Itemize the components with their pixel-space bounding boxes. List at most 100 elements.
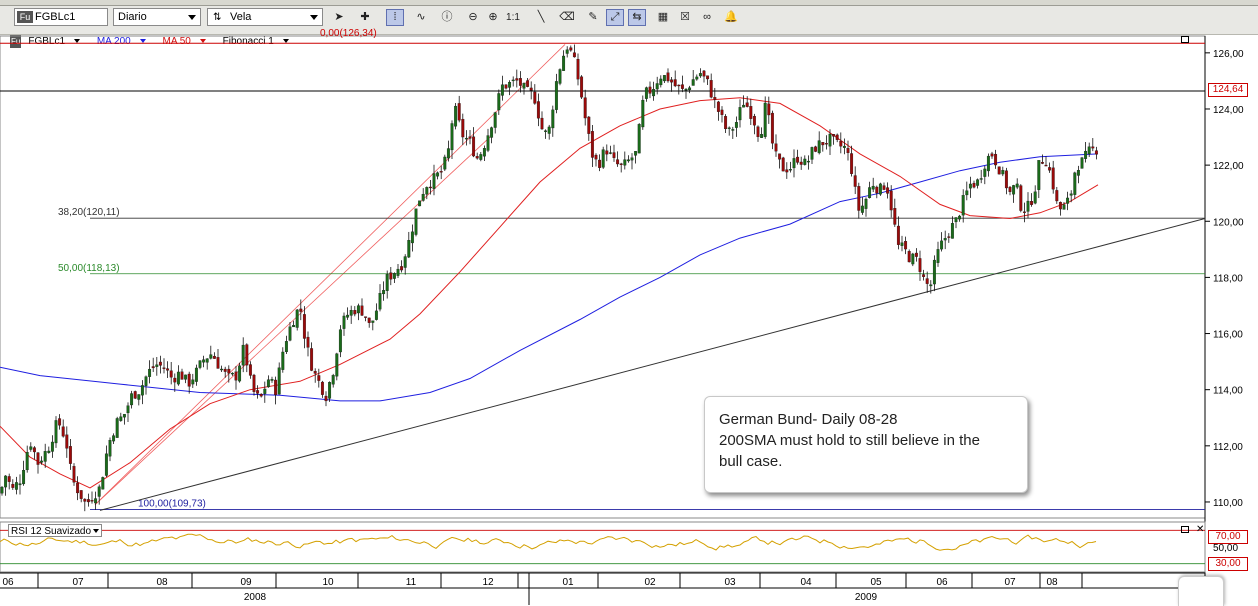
- candle-body: [572, 52, 576, 58]
- rsi-maximize-icon[interactable]: [1181, 526, 1189, 533]
- candle-body: [11, 483, 15, 488]
- month-label: 10: [322, 577, 334, 588]
- candle-body: [266, 379, 270, 388]
- candle-body: [1055, 190, 1059, 202]
- candle-body: [1058, 201, 1062, 210]
- candle-body: [108, 440, 112, 457]
- month-label: 07: [72, 577, 84, 588]
- candle-body: [349, 310, 353, 316]
- candle-body: [248, 364, 252, 376]
- candle-body: [306, 336, 310, 348]
- candle-body: [148, 368, 152, 377]
- fib-level-label: 38,20(120,11): [58, 207, 120, 218]
- candle-body: [601, 149, 605, 168]
- candle-body: [212, 355, 216, 359]
- candle-body: [1019, 185, 1023, 211]
- candle-body: [612, 152, 616, 158]
- candle-body: [270, 379, 274, 381]
- candle-body: [616, 159, 620, 165]
- candle-body: [482, 148, 486, 157]
- candle-body: [176, 371, 180, 385]
- annotation-box[interactable]: German Bund- Daily 08-28 200SMA must hol…: [704, 396, 1028, 493]
- candle-body: [850, 153, 854, 174]
- candle-body: [76, 482, 80, 494]
- rsi-label-text: RSI 12 Suavizado: [11, 526, 92, 537]
- candle-body: [659, 78, 663, 86]
- candle-body: [670, 79, 674, 83]
- candle-body: [432, 173, 436, 189]
- candle-body: [655, 83, 659, 90]
- candle-body: [1015, 183, 1019, 188]
- candle-body: [130, 393, 134, 406]
- candle-body: [562, 55, 566, 71]
- candle-body: [194, 367, 198, 382]
- candle-body: [173, 377, 177, 383]
- candle-body: [727, 127, 731, 129]
- candle-body: [281, 351, 285, 370]
- candle-body: [446, 148, 450, 159]
- candle-body: [972, 182, 976, 188]
- candle-body: [18, 483, 22, 486]
- candle-body: [166, 368, 170, 371]
- candle-body: [0, 486, 4, 494]
- month-label: 12: [482, 577, 494, 588]
- candle-body: [158, 361, 162, 366]
- candle-body: [623, 159, 627, 166]
- candle-body: [839, 140, 843, 147]
- candle-body: [529, 87, 533, 91]
- candle-body: [256, 390, 260, 394]
- candle-body: [598, 159, 602, 168]
- candle-body: [439, 171, 443, 173]
- candle-body: [1094, 150, 1098, 155]
- candle-body: [450, 123, 454, 151]
- candle-body: [994, 153, 998, 166]
- month-label: 03: [724, 577, 736, 588]
- candle-body: [342, 315, 346, 329]
- candle-body: [842, 145, 846, 148]
- rsi-close-icon[interactable]: ✕: [1196, 525, 1204, 535]
- candle-body: [356, 305, 360, 314]
- candle-body: [749, 106, 753, 119]
- candle-body: [680, 84, 684, 89]
- candle-body: [169, 370, 173, 378]
- candle-body: [900, 242, 904, 246]
- candle-body: [29, 446, 33, 450]
- candle-body: [238, 365, 242, 382]
- candle-body: [731, 129, 735, 131]
- candle-body: [7, 476, 11, 482]
- candle-body: [378, 293, 382, 310]
- maximize-icon[interactable]: [1181, 36, 1189, 43]
- candle-body: [1066, 197, 1070, 204]
- candle-body: [605, 150, 609, 155]
- candle-body: [853, 175, 857, 187]
- rsi-level-50: 50,00: [1213, 543, 1238, 554]
- rsi-selector[interactable]: RSI 12 Suavizado: [8, 524, 103, 537]
- candle-body: [932, 259, 936, 285]
- candle-body: [540, 117, 544, 130]
- candle-body: [554, 81, 558, 110]
- candle-body: [1073, 172, 1077, 195]
- month-label: 02: [644, 577, 656, 588]
- candle-body: [500, 84, 504, 96]
- candle-body: [155, 364, 159, 367]
- candle-body: [896, 225, 900, 245]
- candle-body: [54, 420, 58, 444]
- month-label: 08: [1046, 577, 1058, 588]
- candle-body: [778, 153, 782, 160]
- candle-body: [569, 47, 573, 51]
- chevron-down-icon: [93, 529, 100, 534]
- candle-body: [886, 187, 890, 194]
- candle-body: [511, 79, 515, 82]
- candle-body: [832, 134, 836, 137]
- candle-body: [396, 268, 400, 276]
- candle-body: [1084, 150, 1088, 159]
- price-chart[interactable]: 126,00 124,00 122,00 120,00 118,00 116,00 114,…: [0, 0, 1258, 605]
- candle-body: [760, 134, 764, 138]
- candle-body: [684, 88, 688, 91]
- candle-body: [414, 208, 418, 235]
- candle-body: [25, 452, 29, 471]
- price-tick-label: 122,00: [1213, 161, 1244, 172]
- candle-body: [1037, 160, 1041, 190]
- candle-body: [119, 416, 123, 421]
- candle-body: [893, 208, 897, 225]
